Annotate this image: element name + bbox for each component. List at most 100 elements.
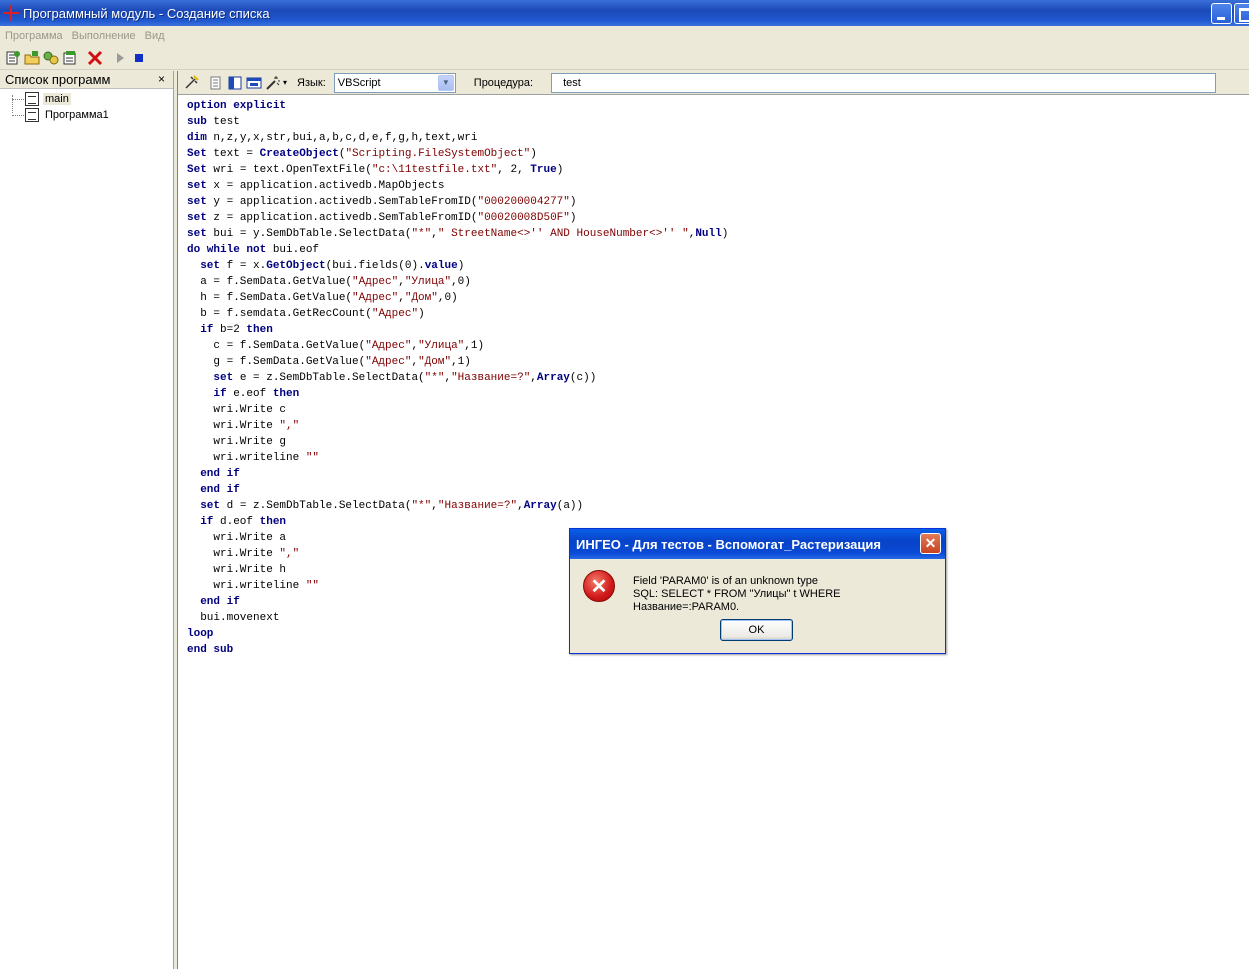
code-token: ) [418, 308, 425, 320]
language-select[interactable]: VBScript ▼ [333, 72, 456, 93]
error-message: Field 'PARAM0' is of an unknown type SQL… [633, 575, 945, 614]
open-folder-icon[interactable] [23, 49, 41, 67]
code-token: end if [200, 484, 240, 496]
menu-item-view[interactable]: Вид [145, 30, 165, 42]
dialog-close-button[interactable]: ✕ [920, 533, 941, 554]
language-select-value: VBScript [337, 76, 381, 89]
code-line: option explicit [187, 98, 1249, 114]
editor-toolbar: ▾ Язык: VBScript ▼ Процедура: test [178, 71, 1249, 95]
code-token: set [187, 212, 207, 224]
code-token: g = f.SemData.GetValue( [187, 356, 366, 368]
run-script-icon[interactable] [42, 49, 60, 67]
code-token: "*" [411, 228, 432, 240]
code-line: wri.Write "," [187, 418, 1249, 434]
code-token: ) [530, 148, 537, 160]
ok-button[interactable]: OK [720, 619, 793, 641]
code-token: "Адрес" [371, 308, 419, 320]
code-token: "" [305, 452, 320, 464]
code-token: if [213, 388, 227, 400]
dialog-icon[interactable] [245, 74, 263, 92]
code-line: wri.Write c [187, 402, 1249, 418]
menu-item-run[interactable]: Выполнение [72, 30, 136, 42]
menu-item-program[interactable]: Программа [5, 30, 63, 42]
code-token: , [517, 500, 524, 512]
play-icon[interactable] [111, 49, 129, 67]
code-token: b=2 [213, 324, 247, 336]
code-token: d.eof [213, 516, 260, 528]
properties-icon[interactable] [61, 49, 79, 67]
close-panel-icon[interactable]: × [158, 72, 165, 86]
code-line: Set text = CreateObject("Scripting.FileS… [187, 146, 1249, 162]
code-line: set x = application.activedb.MapObjects [187, 178, 1249, 194]
code-token: sub [187, 116, 207, 128]
code-token: set [187, 228, 207, 240]
code-line: set bui = y.SemDbTable.SelectData("*"," … [187, 226, 1249, 242]
code-token: set [213, 372, 234, 384]
code-line: a = f.SemData.GetValue("Адрес","Улица",0… [187, 274, 1249, 290]
code-token: "," [279, 548, 300, 560]
delete-icon[interactable] [86, 49, 104, 67]
code-line: c = f.SemData.GetValue("Адрес","Улица",1… [187, 338, 1249, 354]
new-program-icon[interactable] [4, 49, 22, 67]
code-token: do while not [187, 244, 267, 256]
code-token: Array [523, 500, 557, 512]
code-token: "Дом" [404, 292, 438, 304]
code-token: ) [569, 212, 577, 224]
code-token: "00020008D50F" [477, 212, 570, 224]
procedure-input-value: test [563, 76, 581, 89]
code-token: "Улица" [404, 276, 452, 288]
code-token: e.eof [226, 388, 273, 400]
program-tree: main Программа1 [0, 89, 173, 123]
form-icon[interactable] [226, 74, 244, 92]
maximize-button[interactable] [1234, 3, 1249, 24]
tree-item-label: Программа1 [45, 109, 109, 121]
language-label: Язык: [297, 76, 326, 89]
code-token: if [200, 516, 214, 528]
code-token: d = z.SemDbTable.SelectData( [220, 500, 412, 512]
code-line: do while not bui.eof [187, 242, 1249, 258]
code-line: sub test [187, 114, 1249, 130]
menu-bar: Программа Выполнение Вид [0, 26, 1249, 45]
stop-icon[interactable] [130, 49, 148, 67]
wizard-icon[interactable] [264, 74, 282, 92]
tree-item-main[interactable]: main [0, 91, 173, 107]
code-token: set [200, 500, 221, 512]
code-token: ,0) [437, 292, 458, 304]
code-token: ,1) [451, 356, 471, 368]
code-token: set [187, 196, 207, 208]
tree-item-program1[interactable]: Программа1 [0, 107, 173, 123]
code-token: wri = text.OpenTextFile( [206, 164, 372, 176]
code-line: if b=2 then [187, 322, 1249, 338]
copy-icon[interactable] [207, 74, 225, 92]
script-file-icon [25, 92, 39, 106]
chevron-down-icon[interactable]: ▼ [437, 74, 454, 91]
error-dialog: ИНГЕО - Для тестов - Вспомогат_Растериза… [569, 528, 946, 654]
code-token: ) [556, 164, 564, 176]
check-syntax-icon[interactable] [182, 74, 200, 92]
code-token: , [431, 228, 438, 240]
code-token: then [259, 516, 287, 528]
error-message-line1: Field 'PARAM0' is of an unknown type [633, 575, 818, 587]
code-line: set f = x.GetObject(bui.fields(0).value) [187, 258, 1249, 274]
code-token: wri.writeline [187, 452, 306, 464]
code-token: wri.Write a [187, 532, 287, 544]
minimize-button[interactable] [1211, 3, 1232, 24]
wizard-dropdown-icon[interactable]: ▾ [283, 78, 287, 87]
code-token: z = application.activedb.SemTableFromID( [206, 212, 478, 224]
code-token: "Scripting.FileSystemObject" [345, 148, 531, 160]
procedure-input[interactable]: test [551, 72, 1217, 93]
code-token: if [200, 324, 214, 336]
code-token: option explicit [187, 100, 287, 112]
code-token: "," [279, 420, 300, 432]
code-line: set e = z.SemDbTable.SelectData("*","Наз… [187, 370, 1249, 386]
code-token: Null [695, 228, 722, 240]
code-token: e = z.SemDbTable.SelectData( [233, 372, 425, 384]
code-line: b = f.semdata.GetRecCount("Адрес") [187, 306, 1249, 322]
code-token: "*" [411, 500, 432, 512]
